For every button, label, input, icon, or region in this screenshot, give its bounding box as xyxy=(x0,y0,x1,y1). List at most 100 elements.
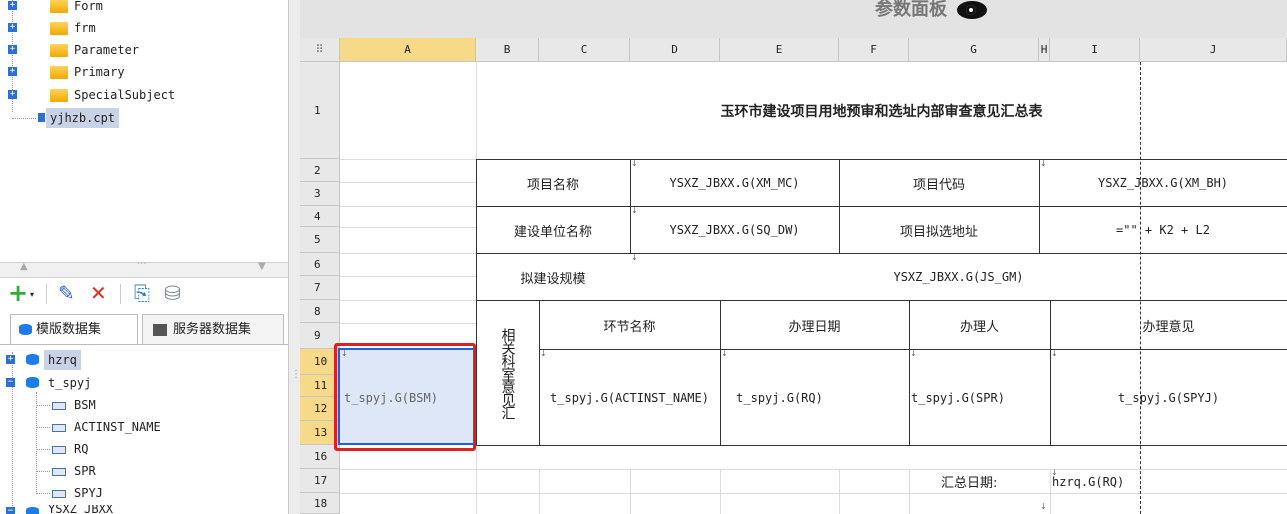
expand-icon[interactable]: + xyxy=(8,67,17,76)
collapse-icon[interactable]: − xyxy=(6,507,15,514)
main-splitter[interactable]: ⋮ xyxy=(289,0,301,514)
tab-template-dataset[interactable]: 模版数据集 xyxy=(10,314,138,344)
add-dataset-button[interactable]: + xyxy=(8,281,28,305)
formula-cell[interactable]: YSXZ_JBXX.G(XM_MC) xyxy=(630,160,839,206)
formula-cell[interactable]: t_spyj.G(SPYJ) xyxy=(1050,350,1287,445)
column-header[interactable]: H xyxy=(1039,38,1050,62)
column-header[interactable]: J xyxy=(1140,38,1287,62)
row-header[interactable]: 8 xyxy=(300,300,340,323)
field-item[interactable]: RQ xyxy=(0,439,200,459)
expand-icon[interactable]: + xyxy=(8,90,17,99)
column-header[interactable]: F xyxy=(839,38,909,62)
vertical-label-cell[interactable]: 相关科室意见汇 xyxy=(476,301,539,445)
collapse-icon[interactable]: − xyxy=(6,378,15,387)
dataset-name: hzrq xyxy=(44,350,81,370)
label-cell[interactable]: 项目代码 xyxy=(839,160,1039,206)
formula-cell[interactable]: t_spyj.G(ACTINST_NAME) xyxy=(539,350,720,445)
tree-item-frm[interactable]: + frm xyxy=(0,18,280,38)
row-header[interactable]: 2 xyxy=(300,159,340,182)
column-header[interactable]: G xyxy=(909,38,1039,62)
panel-title: 参数面板 xyxy=(875,0,947,20)
label-cell[interactable]: 项目名称 xyxy=(476,160,630,206)
tree-item-primary[interactable]: + Primary xyxy=(0,62,280,82)
server-dataset-icon[interactable]: ⛁ xyxy=(164,282,181,304)
row-header[interactable]: 4 xyxy=(300,206,340,227)
formula-cell[interactable]: YSXZ_JBXX.G(XM_BH) xyxy=(1039,160,1287,206)
database-icon xyxy=(26,354,39,365)
column-header[interactable]: C xyxy=(539,38,630,62)
label-cell[interactable]: 拟建设规模 xyxy=(476,254,630,300)
field-icon xyxy=(52,402,66,410)
column-header[interactable]: E xyxy=(720,38,839,62)
row-header[interactable]: 7 xyxy=(300,276,340,300)
column-label-cell[interactable]: 办理日期 xyxy=(720,301,909,349)
row-header[interactable]: 3 xyxy=(300,182,340,206)
field-icon xyxy=(52,468,66,476)
delete-dataset-button[interactable]: ✕ xyxy=(90,282,107,304)
collapse-down-icon[interactable]: ▼ xyxy=(258,261,266,272)
tab-label: 服务器数据集 xyxy=(173,322,252,337)
expand-icon[interactable]: + xyxy=(6,355,15,364)
label-cell[interactable]: 汇总日期: xyxy=(909,470,1050,493)
tree-item-parameter[interactable]: + Parameter xyxy=(0,40,280,60)
column-header[interactable]: A xyxy=(340,38,476,62)
parameter-panel-header[interactable]: 参数面板 xyxy=(875,0,987,20)
panel-splitter[interactable]: ▲ ··· ▼ xyxy=(0,259,288,278)
column-header[interactable]: B xyxy=(476,38,539,62)
expand-icon[interactable]: + xyxy=(8,23,17,32)
tree-item-specialsubject[interactable]: + SpecialSubject xyxy=(0,85,280,105)
dataset-item[interactable]: + hzrq xyxy=(0,350,200,370)
column-label-cell[interactable]: 办理人 xyxy=(909,301,1050,349)
expand-icon[interactable]: + xyxy=(8,45,17,54)
field-name: BSM xyxy=(74,398,96,412)
formula-cell[interactable]: t_spyj.G(RQ) xyxy=(720,350,839,445)
field-item[interactable]: BSM xyxy=(0,395,200,415)
formula-cell[interactable]: hzrq.G(RQ) xyxy=(1050,470,1140,493)
row-header[interactable]: 17 xyxy=(300,469,340,493)
tree-item-form[interactable]: + Form xyxy=(0,0,280,16)
row-header[interactable]: 6 xyxy=(300,253,340,276)
column-header[interactable]: D xyxy=(630,38,720,62)
row-header[interactable]: 5 xyxy=(300,227,340,253)
edit-dataset-button[interactable]: ✎ xyxy=(58,282,75,304)
column-label-cell[interactable]: 环节名称 xyxy=(539,301,720,349)
field-item[interactable]: SPR xyxy=(0,461,200,481)
database-icon xyxy=(19,324,32,335)
column-header[interactable]: I xyxy=(1050,38,1140,62)
tree-item-label: Parameter xyxy=(74,43,140,57)
tab-label: 模版数据集 xyxy=(36,322,102,337)
dataset-name: YSXZ_JBXX xyxy=(48,505,114,514)
chevron-down-icon[interactable]: ▾ xyxy=(30,290,34,299)
dataset-item[interactable]: − YSXZ_JBXX xyxy=(0,505,200,514)
field-icon xyxy=(52,446,66,454)
field-item[interactable]: ACTINST_NAME xyxy=(0,417,200,437)
formula-cell[interactable]: YSXZ_JBXX.G(JS_GM) xyxy=(630,254,1287,300)
label-cell[interactable]: 建设单位名称 xyxy=(476,207,630,253)
column-label-cell[interactable]: 办理意见 xyxy=(1050,301,1287,349)
expand-down-icon: ↓ xyxy=(910,349,917,358)
preview-dataset-button[interactable]: ⎘ xyxy=(134,282,150,304)
row-header[interactable]: 18 xyxy=(300,493,340,514)
formula-cell[interactable]: YSXZ_JBXX.G(SQ_DW) xyxy=(630,207,839,253)
field-name: RQ xyxy=(74,442,89,456)
dataset-item[interactable]: − t_spyj xyxy=(0,373,200,393)
formula-cell[interactable]: ="" + K2 + L2 xyxy=(1039,207,1287,253)
expand-icon[interactable]: + xyxy=(8,1,17,10)
eye-icon[interactable] xyxy=(957,1,987,19)
toolbar-divider xyxy=(120,284,121,304)
tree-item-file[interactable]: yjhzb.cpt xyxy=(0,108,280,128)
field-item[interactable]: SPYJ xyxy=(0,483,200,503)
resize-handle-icon[interactable]: ··· xyxy=(137,259,147,270)
expand-down-icon: ↓ xyxy=(721,349,728,358)
report-title-cell[interactable]: 玉环市建设项目用地预审和选址内部审查意见汇总表 xyxy=(476,62,1287,159)
left-panel: + Form + frm + Parameter + Primary + Spe… xyxy=(0,0,289,514)
label-cell[interactable]: 项目拟选地址 xyxy=(839,207,1039,253)
collapse-up-icon[interactable]: ▲ xyxy=(20,261,28,272)
row-header[interactable]: 1 xyxy=(300,62,340,159)
tree-item-label: SpecialSubject xyxy=(74,88,176,102)
formula-cell[interactable]: t_spyj.G(SPR) xyxy=(909,350,1050,445)
select-all-corner[interactable]: ⠿ xyxy=(300,38,340,62)
folder-icon xyxy=(50,22,68,35)
expand-down-icon: ↓ xyxy=(1040,159,1047,168)
tab-server-dataset[interactable]: 服务器数据集 xyxy=(142,314,284,344)
